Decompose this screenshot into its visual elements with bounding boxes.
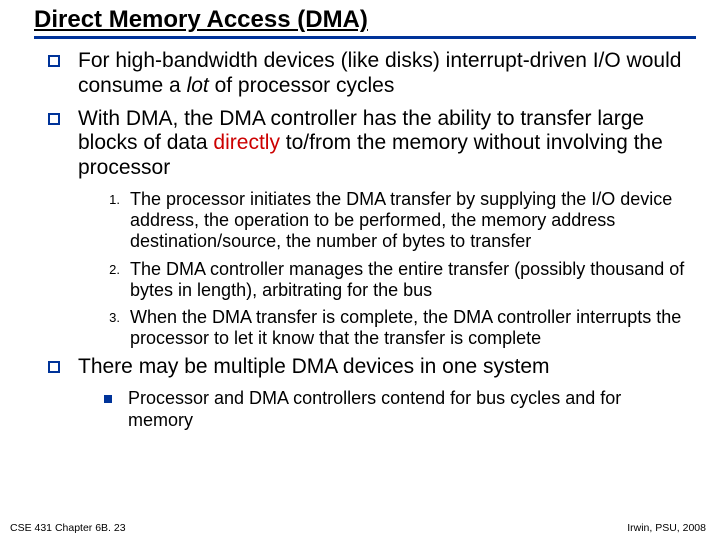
- bullet-text: There may be multiple DMA devices in one…: [78, 355, 550, 380]
- sub-bullet-list: Processor and DMA controllers contend fo…: [104, 388, 690, 431]
- title-underline-wrap: Direct Memory Access (DMA): [34, 6, 696, 39]
- bullet-text: With DMA, the DMA controller has the abi…: [78, 107, 690, 181]
- item-text: The DMA controller manages the entire tr…: [130, 259, 690, 301]
- item-number: 3.: [104, 307, 130, 349]
- italic-text: lot: [187, 74, 209, 97]
- footer-right: Irwin, PSU, 2008: [627, 522, 706, 534]
- item-text: The processor initiates the DMA transfer…: [130, 189, 690, 253]
- square-bullet-icon: [48, 361, 60, 373]
- slide: Direct Memory Access (DMA) For high-band…: [0, 0, 720, 540]
- numbered-item: 3. When the DMA transfer is complete, th…: [104, 307, 690, 349]
- numbered-item: 1. The processor initiates the DMA trans…: [104, 189, 690, 253]
- footer-left: CSE 431 Chapter 6B. 23: [10, 522, 126, 534]
- bullet-item: With DMA, the DMA controller has the abi…: [48, 107, 690, 181]
- numbered-item: 2. The DMA controller manages the entire…: [104, 259, 690, 301]
- sub-bullet-item: Processor and DMA controllers contend fo…: [104, 388, 690, 431]
- numbered-list: 1. The processor initiates the DMA trans…: [104, 189, 690, 350]
- bullet-item: There may be multiple DMA devices in one…: [48, 355, 690, 380]
- text-fragment: of processor cycles: [209, 74, 395, 97]
- highlighted-text: directly: [213, 131, 280, 154]
- item-text: When the DMA transfer is complete, the D…: [130, 307, 690, 349]
- content-area: For high-bandwidth devices (like disks) …: [20, 49, 700, 431]
- square-bullet-icon: [48, 55, 60, 67]
- sub-bullet-text: Processor and DMA controllers contend fo…: [128, 388, 690, 431]
- slide-title: Direct Memory Access (DMA): [34, 6, 696, 34]
- slide-footer: CSE 431 Chapter 6B. 23 Irwin, PSU, 2008: [10, 522, 706, 534]
- item-number: 1.: [104, 189, 130, 253]
- square-bullet-icon: [48, 113, 60, 125]
- bullet-text: For high-bandwidth devices (like disks) …: [78, 49, 690, 99]
- bullet-item: For high-bandwidth devices (like disks) …: [48, 49, 690, 99]
- filled-square-bullet-icon: [104, 395, 112, 403]
- item-number: 2.: [104, 259, 130, 301]
